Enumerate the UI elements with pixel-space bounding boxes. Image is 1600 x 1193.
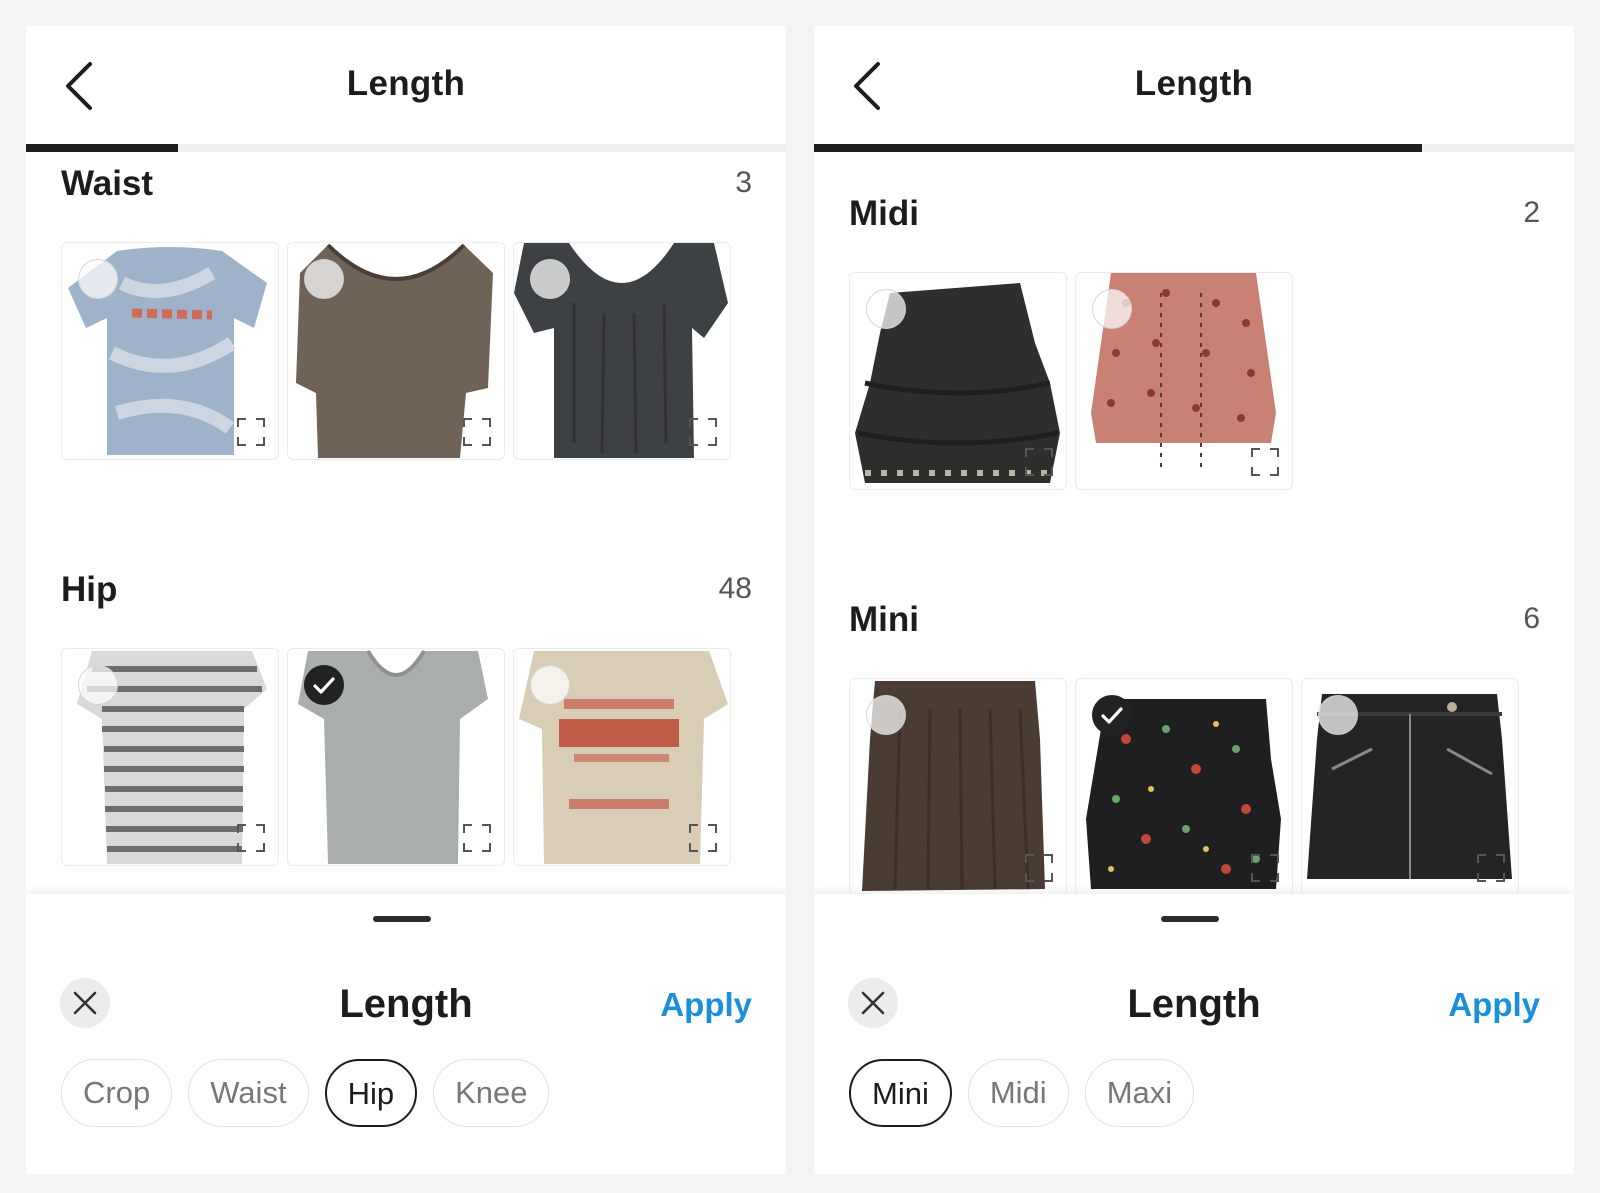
item-grid <box>849 678 1549 896</box>
checkmark-icon <box>1101 707 1123 724</box>
filter-results[interactable]: Midi 2 Mini 6 <box>814 152 1574 938</box>
filter-results[interactable]: Waist 3 Hip 48 <box>26 152 786 938</box>
select-circle[interactable] <box>866 695 906 735</box>
item-card[interactable] <box>1301 678 1519 896</box>
bottom-sheet: Length Apply Crop Waist Hip Knee <box>26 894 786 1174</box>
section-title: Hip <box>61 570 118 609</box>
select-circle[interactable] <box>1092 289 1132 329</box>
item-card[interactable] <box>61 242 279 460</box>
item-card[interactable] <box>61 648 279 866</box>
progress-bar <box>814 144 1574 152</box>
chip-midi[interactable]: Midi <box>967 1059 1069 1127</box>
expand-icon[interactable] <box>1024 447 1054 477</box>
item-grid <box>849 272 1549 490</box>
header: Length <box>26 26 786 152</box>
expand-icon[interactable] <box>688 417 718 447</box>
select-circle[interactable] <box>530 665 570 705</box>
select-circle[interactable] <box>866 289 906 329</box>
select-circle[interactable] <box>78 259 118 299</box>
length-filter-panel-right: Length Midi 2 Mini 6 Length Apply Mini M… <box>814 26 1574 1174</box>
length-chip-group: Mini Midi Maxi <box>849 1059 1210 1129</box>
expand-icon[interactable] <box>1024 853 1054 883</box>
item-card[interactable] <box>513 648 731 866</box>
select-circle[interactable] <box>530 259 570 299</box>
section-count: 2 <box>1523 196 1540 229</box>
progress-bar-fill <box>26 144 178 152</box>
expand-icon[interactable] <box>1476 853 1506 883</box>
apply-button[interactable]: Apply <box>660 986 752 1024</box>
item-grid <box>61 648 761 866</box>
progress-bar-fill <box>814 144 1422 152</box>
drag-handle[interactable] <box>373 916 431 922</box>
drag-handle[interactable] <box>1161 916 1219 922</box>
chip-knee[interactable]: Knee <box>433 1059 550 1127</box>
item-card[interactable] <box>849 678 1067 896</box>
apply-button[interactable]: Apply <box>1448 986 1540 1024</box>
chip-hip[interactable]: Hip <box>324 1059 418 1127</box>
chip-waist[interactable]: Waist <box>188 1059 309 1127</box>
item-card[interactable] <box>513 242 731 460</box>
section-title: Midi <box>849 194 919 233</box>
expand-icon[interactable] <box>462 417 492 447</box>
expand-icon[interactable] <box>1250 447 1280 477</box>
expand-icon[interactable] <box>462 823 492 853</box>
chip-crop[interactable]: Crop <box>61 1059 173 1127</box>
section-title: Mini <box>849 600 919 639</box>
chip-maxi[interactable]: Maxi <box>1084 1059 1195 1127</box>
chip-mini[interactable]: Mini <box>849 1059 952 1127</box>
item-card[interactable] <box>1075 272 1293 490</box>
item-grid <box>61 242 761 460</box>
header: Length <box>814 26 1574 152</box>
checkmark-icon <box>313 677 335 694</box>
select-circle[interactable] <box>304 665 344 705</box>
section-count: 48 <box>718 572 752 605</box>
length-chip-group: Crop Waist Hip Knee <box>61 1059 565 1129</box>
expand-icon[interactable] <box>1250 853 1280 883</box>
section-count: 6 <box>1523 602 1540 635</box>
section-count: 3 <box>735 166 752 199</box>
item-card[interactable] <box>849 272 1067 490</box>
page-title: Length <box>1134 64 1254 103</box>
select-circle[interactable] <box>1318 695 1358 735</box>
select-circle[interactable] <box>78 665 118 705</box>
expand-icon[interactable] <box>236 823 266 853</box>
expand-icon[interactable] <box>688 823 718 853</box>
item-card[interactable] <box>1075 678 1293 896</box>
select-circle[interactable] <box>304 259 344 299</box>
item-card[interactable] <box>287 242 505 460</box>
item-card[interactable] <box>287 648 505 866</box>
length-filter-panel-left: Length Waist 3 Hip 48 Length Apply Crop … <box>26 26 786 1174</box>
select-circle[interactable] <box>1092 695 1132 735</box>
page-title: Length <box>346 64 466 103</box>
bottom-sheet: Length Apply Mini Midi Maxi <box>814 894 1574 1174</box>
expand-icon[interactable] <box>236 417 266 447</box>
section-title: Waist <box>61 164 154 203</box>
progress-bar <box>26 144 786 152</box>
